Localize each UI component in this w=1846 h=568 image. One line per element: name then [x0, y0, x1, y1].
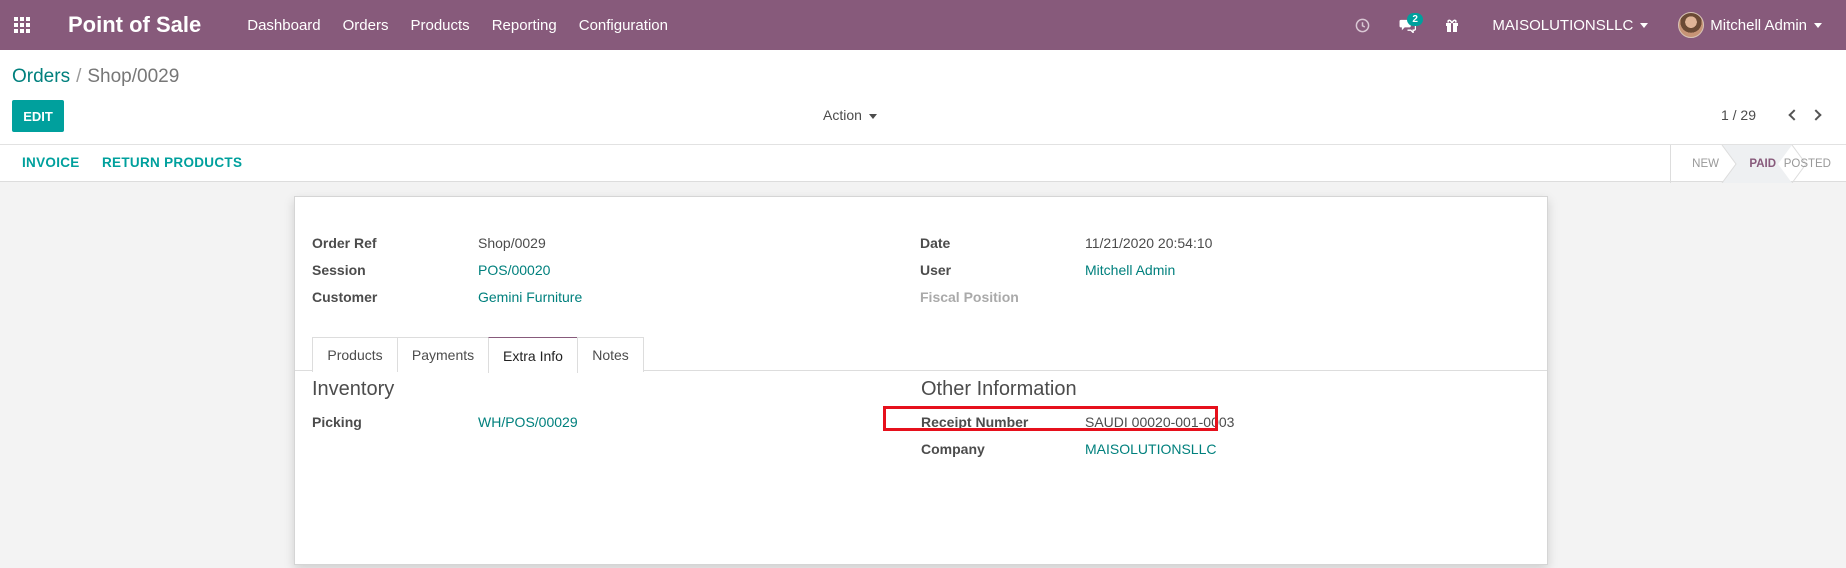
action-label: Action	[823, 107, 862, 123]
status-paid[interactable]: PAID	[1749, 145, 1776, 183]
other-information-title: Other Information	[921, 378, 1077, 400]
form-header: INVOICE RETURN PRODUCTS NEW PAID POSTED	[0, 144, 1846, 183]
invoice-button[interactable]: INVOICE	[22, 155, 80, 170]
inventory-title: Inventory	[312, 378, 395, 400]
chevron-right-icon	[1810, 109, 1822, 121]
app-brand[interactable]: Point of Sale	[68, 12, 201, 38]
breadcrumb-current: Shop/0029	[87, 66, 180, 87]
company-name: MAISOLUTIONSLLC	[1492, 16, 1634, 34]
user-label: User	[920, 262, 952, 278]
pager-previous-button[interactable]	[1782, 102, 1802, 128]
menu-products[interactable]: Products	[410, 17, 469, 34]
picking-link[interactable]: WH/POS/00029	[478, 414, 578, 430]
company-link[interactable]: MAISOLUTIONSLLC	[1085, 441, 1216, 457]
tab-notes[interactable]: Notes	[577, 337, 644, 372]
user-menu[interactable]: Mitchell Admin	[1710, 17, 1822, 34]
messages-icon[interactable]: 2	[1390, 0, 1424, 50]
company-switcher[interactable]: MAISOLUTIONSLLC	[1492, 16, 1649, 34]
caret-down-icon	[868, 113, 877, 119]
order-ref-label: Order Ref	[312, 235, 377, 251]
navbar-right: 2 MAISOLUTIONSLLC Mitchell Admin	[1352, 0, 1846, 50]
edit-button[interactable]: EDIT	[12, 100, 64, 132]
customer-label: Customer	[312, 289, 378, 305]
date-label: Date	[920, 235, 951, 251]
action-dropdown[interactable]: Action	[823, 107, 877, 123]
return-products-button[interactable]: RETURN PRODUCTS	[102, 155, 242, 170]
fiscal-position-label: Fiscal Position	[920, 289, 1019, 305]
picking-label: Picking	[312, 414, 362, 430]
menu-orders[interactable]: Orders	[343, 17, 389, 34]
pager-next-button[interactable]	[1808, 102, 1828, 128]
user-avatar[interactable]	[1678, 12, 1705, 38]
tab-products[interactable]: Products	[312, 337, 398, 372]
user-name: Mitchell Admin	[1710, 16, 1807, 34]
messages-count-badge: 2	[1407, 13, 1423, 26]
activity-clock-icon[interactable]	[1352, 0, 1372, 50]
status-posted[interactable]: POSTED	[1784, 145, 1831, 183]
breadcrumb-orders[interactable]: Orders	[12, 66, 70, 87]
tab-extra-info[interactable]: Extra Info	[488, 337, 578, 373]
menu-dashboard[interactable]: Dashboard	[247, 17, 320, 34]
menu-configuration[interactable]: Configuration	[579, 17, 668, 34]
caret-down-icon	[1640, 23, 1649, 29]
form-sheet: Order Ref Shop/0029 Session POS/00020 Cu…	[294, 196, 1548, 565]
user-link[interactable]: Mitchell Admin	[1085, 262, 1175, 278]
pager-value[interactable]: 1 / 29	[1721, 107, 1756, 123]
order-ref-value: Shop/0029	[478, 235, 546, 251]
gift-icon[interactable]	[1442, 0, 1462, 50]
status-new[interactable]: NEW	[1692, 145, 1719, 183]
chevron-left-icon	[1788, 109, 1800, 121]
caret-down-icon	[1814, 23, 1822, 29]
session-link[interactable]: POS/00020	[478, 262, 550, 278]
control-panel: Orders / Shop/0029 EDIT Action 1 / 29 INVO…	[0, 50, 1846, 183]
apps-menu-icon[interactable]	[12, 15, 32, 35]
session-label: Session	[312, 262, 366, 278]
receipt-number-highlight	[883, 406, 1218, 431]
menu-reporting[interactable]: Reporting	[492, 17, 557, 34]
top-navbar: Point of Sale Dashboard Orders Products …	[0, 0, 1846, 50]
company-label: Company	[921, 441, 985, 457]
customer-link[interactable]: Gemini Furniture	[478, 289, 582, 305]
breadcrumb: Orders / Shop/0029	[12, 66, 179, 88]
breadcrumb-separator: /	[76, 66, 82, 87]
notebook-tabs: Products Payments Extra Info Notes	[295, 337, 1547, 373]
tab-payments[interactable]: Payments	[397, 337, 489, 372]
date-value: 11/21/2020 20:54:10	[1085, 235, 1213, 251]
